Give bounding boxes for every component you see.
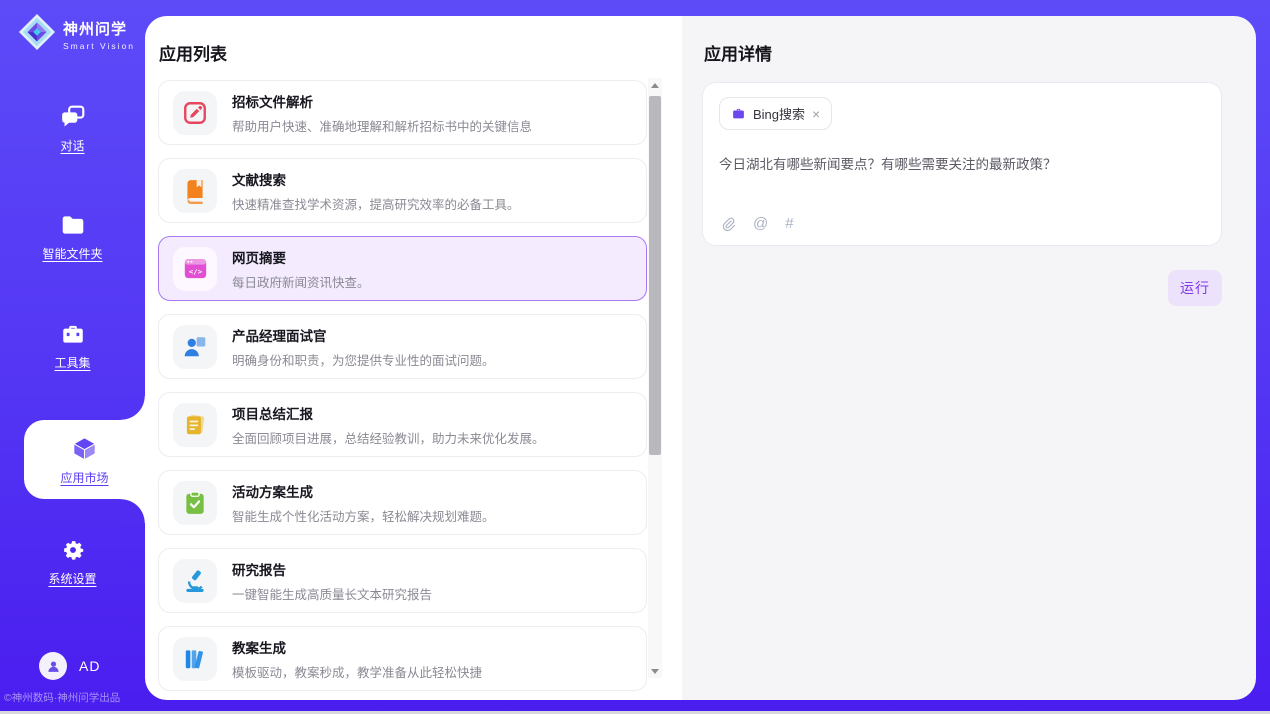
app-card-title: 活动方案生成	[232, 481, 495, 501]
app-card-desc: 模板驱动，教案秒成，教学准备从此轻松快捷	[232, 662, 482, 681]
app-card-title: 研究报告	[232, 559, 432, 579]
tool-chip[interactable]: Bing搜索 ×	[719, 97, 832, 130]
scroll-down-icon[interactable]	[648, 664, 662, 678]
app-card[interactable]: 文献搜索快速精准查找学术资源，提高研究效率的必备工具。	[158, 158, 647, 223]
app-card-title: 教案生成	[232, 637, 482, 657]
brand-name: 神州问学	[63, 18, 135, 39]
clipboard-check-icon	[173, 481, 217, 525]
brand-subtitle: Smart Vision	[63, 41, 135, 51]
sidebar-item-1[interactable]: 对话	[0, 103, 145, 154]
svg-text:</>: </>	[188, 267, 202, 276]
app-card-desc: 全面回顾项目进展，总结经验教训，助力未来优化发展。	[232, 428, 545, 447]
brand: 神州问学 Smart Vision	[18, 13, 135, 56]
avatar[interactable]	[39, 652, 67, 680]
chat-icon	[59, 103, 86, 130]
sidebar-item-2[interactable]: 智能文件夹	[0, 211, 145, 262]
sidebar: 神州问学 Smart Vision 对话智能文件夹工具集应用市场系统设置 AD …	[0, 0, 145, 714]
gear-icon	[59, 536, 86, 563]
app-list-panel: 应用列表 招标文件解析帮助用户快速、准确地理解和解析招标书中的关键信息文献搜索快…	[145, 16, 682, 700]
browser-code-icon: </>	[173, 247, 217, 291]
app-card-title: 项目总结汇报	[232, 403, 545, 423]
app-card-list: 招标文件解析帮助用户快速、准确地理解和解析招标书中的关键信息文献搜索快速精准查找…	[158, 80, 647, 700]
doc-edit-icon	[173, 91, 217, 135]
attachment-toolbar: @#	[720, 215, 794, 232]
prompt-card: Bing搜索 × 今日湖北有哪些新闻要点？有哪些需要关注的最新政策？ @#	[702, 82, 1222, 246]
app-card-desc: 每日政府新闻资讯快查。	[232, 272, 370, 291]
at-icon[interactable]: @	[753, 215, 768, 232]
logo-diamond-icon	[18, 13, 56, 56]
sidebar-item-label: 应用市场	[60, 469, 108, 486]
app-detail-panel: 应用详情 Bing搜索 × 今日湖北有哪些新闻要点？有哪些需要关注的最新政策？ …	[682, 16, 1256, 700]
book-icon	[173, 169, 217, 213]
sidebar-item-label: 系统设置	[48, 570, 96, 587]
app-card[interactable]: 产品经理面试官明确身份和职责，为您提供专业性的面试问题。	[158, 314, 647, 379]
briefcase-icon	[731, 106, 746, 121]
app-card[interactable]: </> 网页摘要每日政府新闻资讯快查。	[158, 236, 647, 301]
sidebar-item-4[interactable]: 应用市场	[24, 420, 145, 499]
microscope-icon	[173, 559, 217, 603]
scrollbar[interactable]	[648, 78, 662, 678]
app-card-desc: 快速精准查找学术资源，提高研究效率的必备工具。	[232, 194, 520, 213]
app-card-desc: 帮助用户快速、准确地理解和解析招标书中的关键信息	[232, 116, 532, 135]
tool-chip-label: Bing搜索	[753, 104, 805, 123]
app-card[interactable]: 教案生成模板驱动，教案秒成，教学准备从此轻松快捷	[158, 626, 647, 691]
sidebar-item-label: 工具集	[54, 354, 90, 371]
sidebar-item-label: 对话	[60, 137, 84, 154]
copyright-text: ©神州数码·神州问学出品	[4, 690, 120, 705]
sidebar-item-label: 智能文件夹	[42, 245, 102, 262]
scrollbar-thumb[interactable]	[649, 96, 661, 455]
sidebar-item-3[interactable]: 工具集	[0, 320, 145, 371]
app-list-title: 应用列表	[159, 40, 227, 65]
app-card-desc: 智能生成个性化活动方案，轻松解决规划难题。	[232, 506, 495, 525]
sidebar-item-5[interactable]: 系统设置	[0, 536, 145, 587]
toolbox-icon	[59, 320, 86, 347]
app-card[interactable]: 活动方案生成智能生成个性化活动方案，轻松解决规划难题。	[158, 470, 647, 535]
app-card[interactable]: 研究报告一键智能生成高质量长文本研究报告	[158, 548, 647, 613]
close-icon[interactable]: ×	[812, 107, 820, 121]
app-card-desc: 一键智能生成高质量长文本研究报告	[232, 584, 432, 603]
interviewer-icon	[173, 325, 217, 369]
app-card[interactable]: 招标文件解析帮助用户快速、准确地理解和解析招标书中的关键信息	[158, 80, 647, 145]
content-area: 应用列表 招标文件解析帮助用户快速、准确地理解和解析招标书中的关键信息文献搜索快…	[145, 16, 1256, 700]
prompt-input[interactable]: 今日湖北有哪些新闻要点？有哪些需要关注的最新政策？	[719, 155, 1205, 175]
app-card[interactable]: 项目总结汇报全面回顾项目进展，总结经验教训，助力未来优化发展。	[158, 392, 647, 457]
scroll-up-icon[interactable]	[648, 78, 662, 92]
app-card-desc: 明确身份和职责，为您提供专业性的面试问题。	[232, 350, 495, 369]
user-row[interactable]: AD	[39, 652, 100, 680]
app-detail-title: 应用详情	[704, 40, 772, 65]
app-card-title: 招标文件解析	[232, 91, 532, 111]
run-button[interactable]: 运行	[1168, 270, 1222, 306]
user-label: AD	[79, 658, 100, 674]
paperclip-icon[interactable]	[720, 216, 736, 232]
app-card-title: 产品经理面试官	[232, 325, 495, 345]
books-icon	[173, 637, 217, 681]
app-card-title: 文献搜索	[232, 169, 520, 189]
papers-icon	[173, 403, 217, 447]
app-card-title: 网页摘要	[232, 247, 370, 267]
hash-icon[interactable]: #	[785, 215, 793, 232]
folder-icon	[59, 211, 86, 238]
cube-icon	[71, 435, 98, 462]
